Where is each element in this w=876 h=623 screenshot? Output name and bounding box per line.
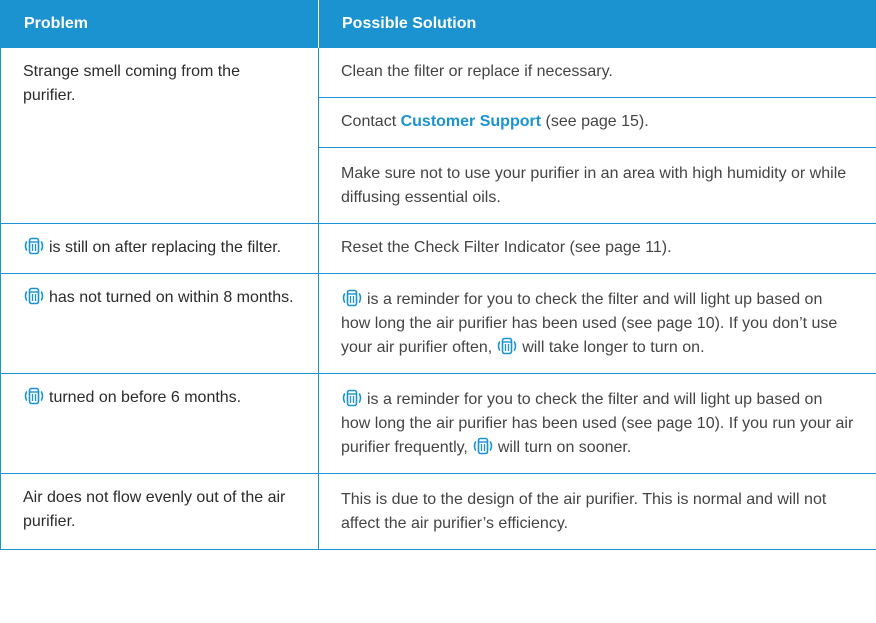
table-row: turned on before 6 months. is a reminder… — [0, 373, 876, 474]
solution-text-end: will turn on sooner. — [497, 439, 632, 456]
problem-cell: has not turned on within 8 months. — [0, 273, 319, 374]
filter-indicator-icon — [23, 287, 45, 305]
solution-text: Reset the Check Filter Indicator (see pa… — [341, 239, 672, 256]
problem-text: is still on after replacing the filter. — [49, 239, 282, 256]
filter-indicator-icon — [472, 437, 494, 455]
table-row: Air does not flow evenly out of the air … — [0, 473, 876, 550]
solution-text-end: will take longer to turn on. — [522, 339, 705, 356]
solution-text-after: (see page 15). — [541, 113, 649, 130]
troubleshooting-table: Problem Possible Solution Strange smell … — [0, 0, 876, 550]
problem-cell: is still on after replacing the filter. — [0, 223, 319, 274]
solution-cell: is a reminder for you to check the filte… — [318, 373, 876, 474]
solution-cell: This is due to the design of the air pur… — [318, 473, 876, 550]
problem-cell: Strange smell coming from the purifier. — [0, 47, 319, 224]
solution-text: Make sure not to use your purifier in an… — [341, 165, 847, 206]
problem-text: has not turned on within 8 months. — [49, 289, 294, 306]
customer-support-link[interactable]: Customer Support — [401, 113, 541, 130]
solution-cell: Contact Customer Support (see page 15). — [318, 97, 876, 148]
filter-indicator-icon — [496, 337, 518, 355]
column-header-solution: Possible Solution — [318, 0, 876, 48]
table-header-row: Problem Possible Solution — [0, 0, 876, 48]
solution-text: Clean the filter or replace if necessary… — [341, 63, 613, 80]
filter-indicator-icon — [23, 387, 45, 405]
solution-cell: Make sure not to use your purifier in an… — [318, 147, 876, 224]
problem-text: Strange smell coming from the purifier. — [23, 63, 240, 104]
solution-text-before: Contact — [341, 113, 401, 130]
solution-cell: is a reminder for you to check the filte… — [318, 273, 876, 374]
problem-cell: turned on before 6 months. — [0, 373, 319, 474]
filter-indicator-icon — [23, 237, 45, 255]
table-row: has not turned on within 8 months. is a … — [0, 273, 876, 374]
solution-cell: Reset the Check Filter Indicator (see pa… — [318, 223, 876, 274]
filter-indicator-icon — [341, 289, 363, 307]
problem-text: Air does not flow evenly out of the air … — [23, 489, 286, 530]
problem-cell: Air does not flow evenly out of the air … — [0, 473, 319, 550]
table-row: Strange smell coming from the purifier. … — [0, 47, 876, 224]
solution-cell: Clean the filter or replace if necessary… — [318, 47, 876, 98]
column-header-problem: Problem — [0, 0, 319, 48]
filter-indicator-icon — [341, 389, 363, 407]
solution-text: This is due to the design of the air pur… — [341, 491, 827, 532]
problem-text: turned on before 6 months. — [49, 389, 242, 406]
table-row: is still on after replacing the filter. … — [0, 223, 876, 274]
